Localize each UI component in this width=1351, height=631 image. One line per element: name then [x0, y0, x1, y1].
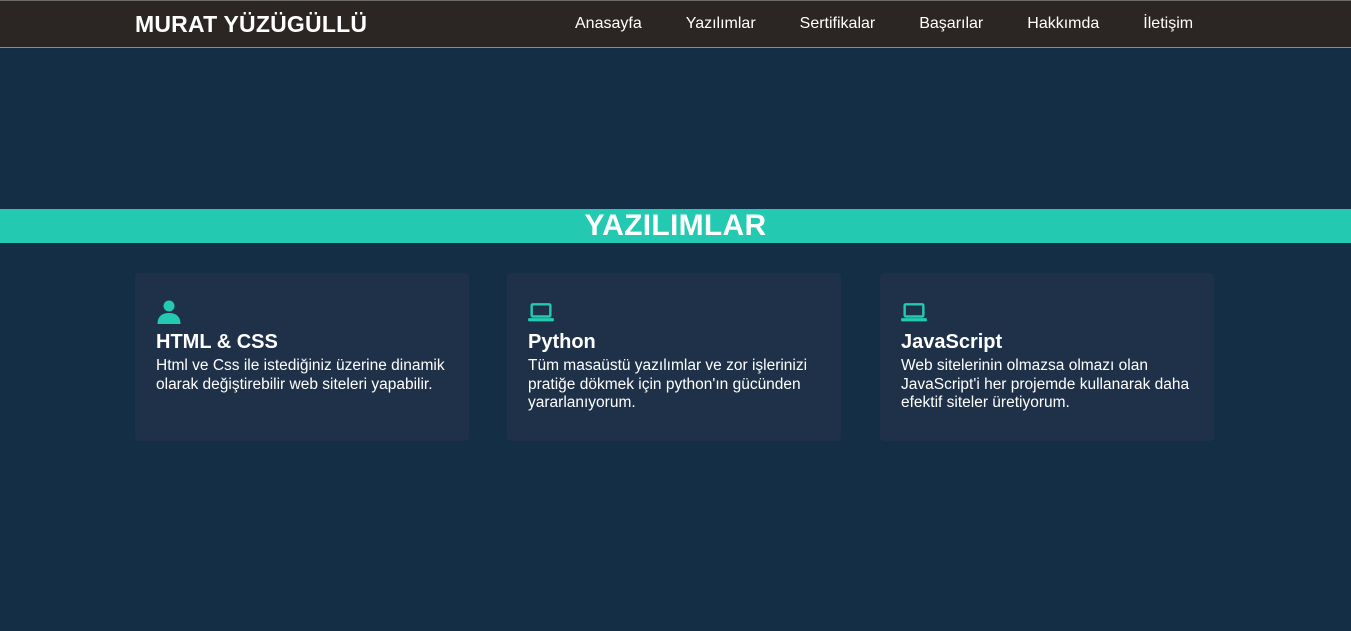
- card-text: Html ve Css ile istediğiniz üzerine dina…: [156, 357, 445, 393]
- nav-item-basarilar[interactable]: Başarılar: [897, 15, 1005, 33]
- section-band: YAZILIMLAR: [0, 209, 1351, 243]
- laptop-icon: [528, 303, 554, 322]
- section-title: YAZILIMLAR: [584, 209, 767, 242]
- card-html-css: HTML & CSS Html ve Css ile istediğiniz ü…: [135, 273, 469, 441]
- nav-item-yazilimlar[interactable]: Yazılımlar: [664, 15, 778, 33]
- card-title: JavaScript: [901, 331, 1003, 353]
- card-python: Python Tüm masaüstü yazılımlar ve zor iş…: [507, 273, 841, 441]
- nav-item-sertifikalar[interactable]: Sertifikalar: [778, 15, 898, 33]
- nav-item-iletisim[interactable]: İletişim: [1121, 15, 1215, 33]
- card-title: HTML & CSS: [156, 331, 278, 353]
- top-navbar: MURAT YÜZÜGÜLLÜ Anasayfa Yazılımlar Sert…: [0, 0, 1351, 48]
- nav-item-anasayfa[interactable]: Anasayfa: [553, 15, 664, 33]
- card-grid: HTML & CSS Html ve Css ile istediğiniz ü…: [135, 273, 1215, 441]
- nav-menu: Anasayfa Yazılımlar Sertifikalar Başarıl…: [553, 1, 1215, 47]
- card-javascript: JavaScript Web sitelerinin olmazsa olmaz…: [880, 273, 1214, 441]
- user-icon: [157, 300, 181, 324]
- nav-item-hakkimda[interactable]: Hakkımda: [1005, 15, 1121, 33]
- site-brand[interactable]: MURAT YÜZÜGÜLLÜ: [135, 11, 367, 38]
- laptop-icon: [901, 303, 927, 322]
- card-title: Python: [528, 331, 596, 353]
- card-text: Web sitelerinin olmazsa olmazı olan Java…: [901, 357, 1190, 411]
- card-text: Tüm masaüstü yazılımlar ve zor işleriniz…: [528, 357, 808, 411]
